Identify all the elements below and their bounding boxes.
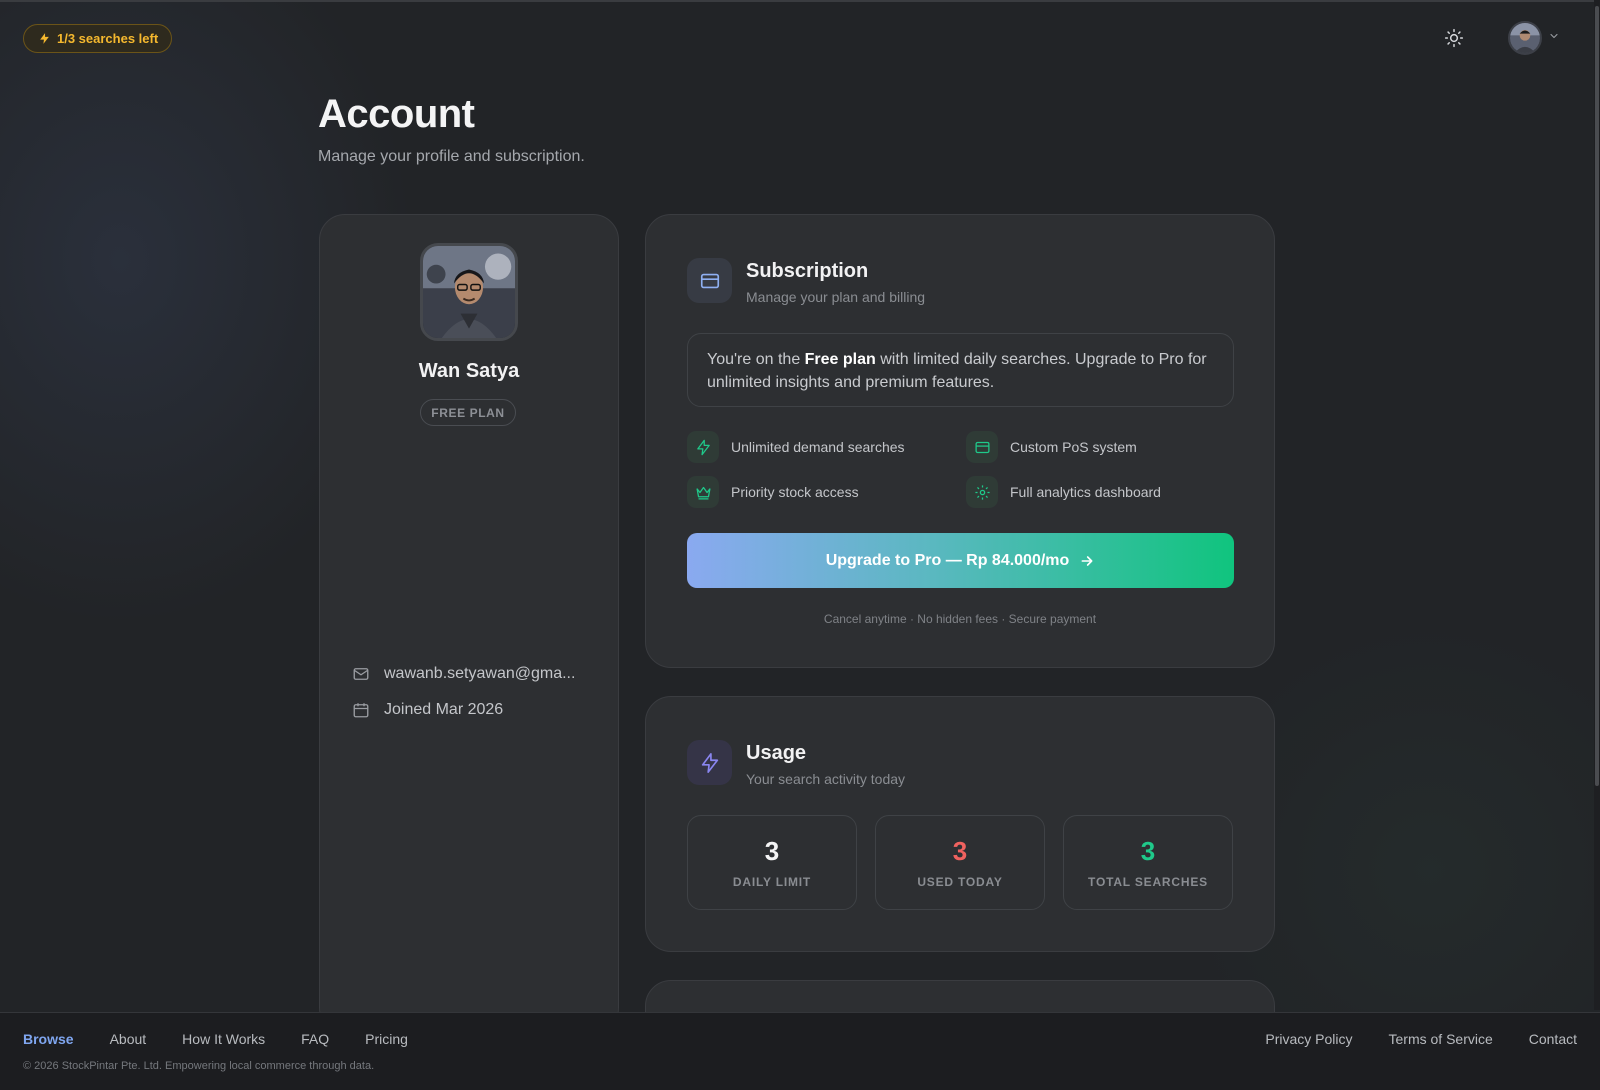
plan-badge: FREE PLAN bbox=[420, 399, 516, 426]
stat-value: 3 bbox=[764, 836, 780, 866]
usage-subtitle: Your search activity today bbox=[746, 771, 906, 787]
joined-row: Joined Mar 2026 bbox=[352, 701, 503, 719]
footer-nav: Browse About How It Works FAQ Pricing bbox=[23, 1031, 408, 1047]
feature-priority-stock: Priority stock access bbox=[687, 476, 859, 508]
window-top-border bbox=[0, 0, 1600, 2]
feature-label: Full analytics dashboard bbox=[1010, 484, 1161, 500]
footer-link-browse[interactable]: Browse bbox=[23, 1031, 74, 1047]
stat-total-searches: 3 TOTAL SEARCHES bbox=[1063, 815, 1233, 910]
subscription-card: Subscription Manage your plan and billin… bbox=[645, 214, 1275, 668]
feature-label: Custom PoS system bbox=[1010, 439, 1137, 455]
footer-link-faq[interactable]: FAQ bbox=[301, 1031, 329, 1047]
stat-used-today: 3 USED TODAY bbox=[875, 815, 1045, 910]
joined-text: Joined Mar 2026 bbox=[384, 701, 504, 718]
mail-icon bbox=[353, 668, 369, 680]
chevron-down-icon bbox=[1548, 29, 1560, 47]
email-row: wawanb.setyawan@gma... bbox=[352, 665, 575, 683]
stat-label: USED TODAY bbox=[917, 875, 1003, 889]
footer-link-contact[interactable]: Contact bbox=[1529, 1031, 1577, 1047]
gear-icon bbox=[966, 476, 998, 508]
profile-card: Wan Satya FREE PLAN wawanb.setyawan@gma.… bbox=[319, 214, 619, 1034]
feature-label: Unlimited demand searches bbox=[731, 439, 905, 455]
bolt-icon bbox=[687, 740, 732, 785]
page-title: Account bbox=[318, 92, 475, 136]
stat-value: 3 bbox=[952, 836, 968, 866]
stat-label: DAILY LIMIT bbox=[732, 875, 812, 889]
bolt-icon bbox=[40, 33, 49, 44]
profile-photo bbox=[420, 243, 518, 341]
plan-note-prefix: You're on the bbox=[707, 351, 805, 368]
credit-card-icon bbox=[687, 258, 732, 303]
card-icon bbox=[966, 431, 998, 463]
copyright: © 2026 StockPintar Pte. Ltd. Empowering … bbox=[23, 1060, 375, 1072]
scrollbar[interactable] bbox=[1594, 0, 1600, 1010]
plan-note: You're on the Free plan with limited dai… bbox=[687, 333, 1234, 407]
upgrade-button[interactable]: Upgrade to Pro — Rp 84.000/mo bbox=[687, 533, 1234, 588]
page-subtitle: Manage your profile and subscription. bbox=[318, 148, 585, 165]
sun-icon bbox=[1444, 28, 1464, 48]
calendar-icon bbox=[353, 703, 369, 718]
plan-note-plan: Free plan bbox=[804, 351, 876, 368]
arrow-right-icon bbox=[1081, 555, 1093, 566]
upgrade-button-label: Upgrade to Pro — Rp 84.000/mo bbox=[825, 551, 1070, 569]
footer-link-privacy[interactable]: Privacy Policy bbox=[1265, 1031, 1352, 1047]
theme-toggle-button[interactable] bbox=[1442, 26, 1466, 50]
footer-link-terms[interactable]: Terms of Service bbox=[1389, 1031, 1493, 1047]
stat-label: TOTAL SEARCHES bbox=[1088, 875, 1208, 889]
crown-icon bbox=[687, 476, 719, 508]
feature-unlimited-searches: Unlimited demand searches bbox=[687, 431, 905, 463]
footer-link-pricing[interactable]: Pricing bbox=[365, 1031, 408, 1047]
feature-analytics: Full analytics dashboard bbox=[966, 476, 1161, 508]
feature-custom-pos: Custom PoS system bbox=[966, 431, 1137, 463]
subscription-subtitle: Manage your plan and billing bbox=[746, 289, 926, 305]
feature-label: Priority stock access bbox=[731, 484, 859, 500]
user-menu-button[interactable] bbox=[1508, 21, 1560, 55]
footer-link-about[interactable]: About bbox=[110, 1031, 147, 1047]
subscription-title: Subscription bbox=[746, 260, 869, 282]
footer: Browse About How It Works FAQ Pricing Pr… bbox=[0, 1012, 1600, 1090]
usage-title: Usage bbox=[746, 742, 807, 764]
stat-daily-limit: 3 DAILY LIMIT bbox=[687, 815, 857, 910]
stat-value: 3 bbox=[1140, 836, 1156, 866]
email-text: wawanb.setyawan@gma... bbox=[384, 665, 576, 682]
bolt-icon bbox=[687, 431, 719, 463]
footer-legal: Privacy Policy Terms of Service Contact bbox=[1265, 1031, 1577, 1047]
searches-left-badge[interactable]: 1/3 searches left bbox=[23, 24, 172, 53]
scrollbar-thumb[interactable] bbox=[1595, 6, 1599, 786]
profile-name: Wan Satya bbox=[418, 360, 520, 382]
usage-card: Usage Your search activity today 3 DAILY… bbox=[645, 696, 1275, 952]
avatar bbox=[1508, 21, 1542, 55]
footer-link-how-it-works[interactable]: How It Works bbox=[182, 1031, 265, 1047]
fine-print: Cancel anytime · No hidden fees · Secure… bbox=[823, 612, 1097, 626]
searches-left-text: 1/3 searches left bbox=[57, 31, 159, 46]
